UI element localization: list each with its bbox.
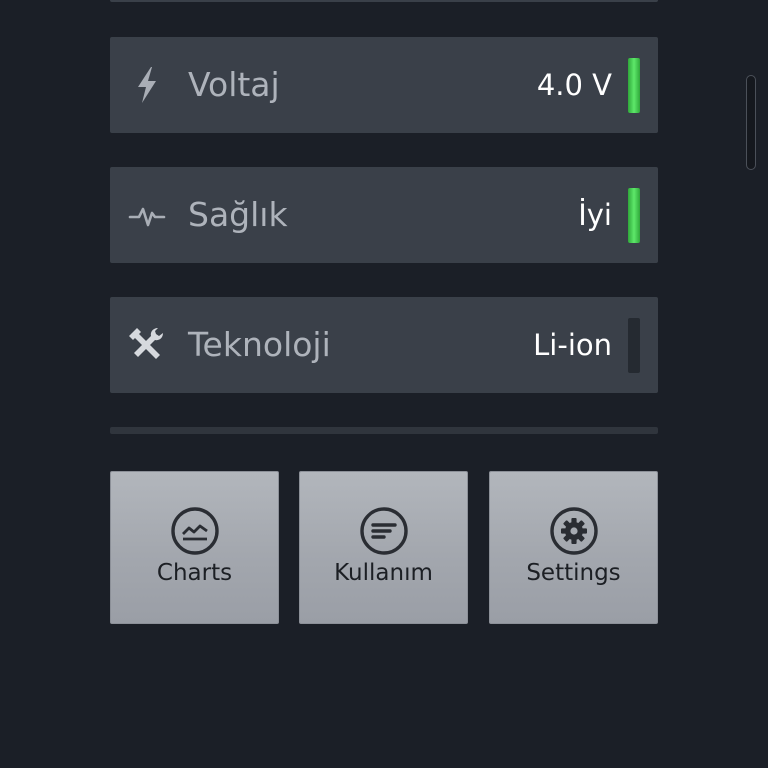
list-icon [359,506,409,556]
health-row: Sağlık İyi [110,167,658,263]
pulse-icon [128,195,166,235]
chart-icon [170,506,220,556]
previous-card-edge [110,0,658,2]
battery-info-screen: Voltaj 4.0 V Sağlık İyi Teknoloji Li-ion [0,0,768,768]
voltage-row: Voltaj 4.0 V [110,37,658,133]
settings-button[interactable]: Settings [489,471,658,624]
tools-icon [128,325,166,365]
gear-icon [549,506,599,556]
settings-button-label: Settings [526,560,621,586]
voltage-label: Voltaj [188,65,280,104]
usage-button[interactable]: Kullanım [299,471,468,624]
scrollbar[interactable] [746,75,756,170]
technology-label: Teknoloji [188,325,331,364]
health-status-indicator [628,188,640,243]
charts-button[interactable]: Charts [110,471,279,624]
voltage-value: 4.0 V [536,68,612,102]
technology-row: Teknoloji Li-ion [110,297,658,393]
section-divider [110,427,658,434]
health-value: İyi [578,198,612,232]
health-label: Sağlık [188,195,288,234]
technology-value: Li-ion [533,328,612,362]
charts-button-label: Charts [156,560,233,586]
voltage-status-indicator [628,58,640,113]
lightning-icon [128,65,166,105]
usage-button-label: Kullanım [334,560,433,586]
technology-status-indicator [628,318,640,373]
